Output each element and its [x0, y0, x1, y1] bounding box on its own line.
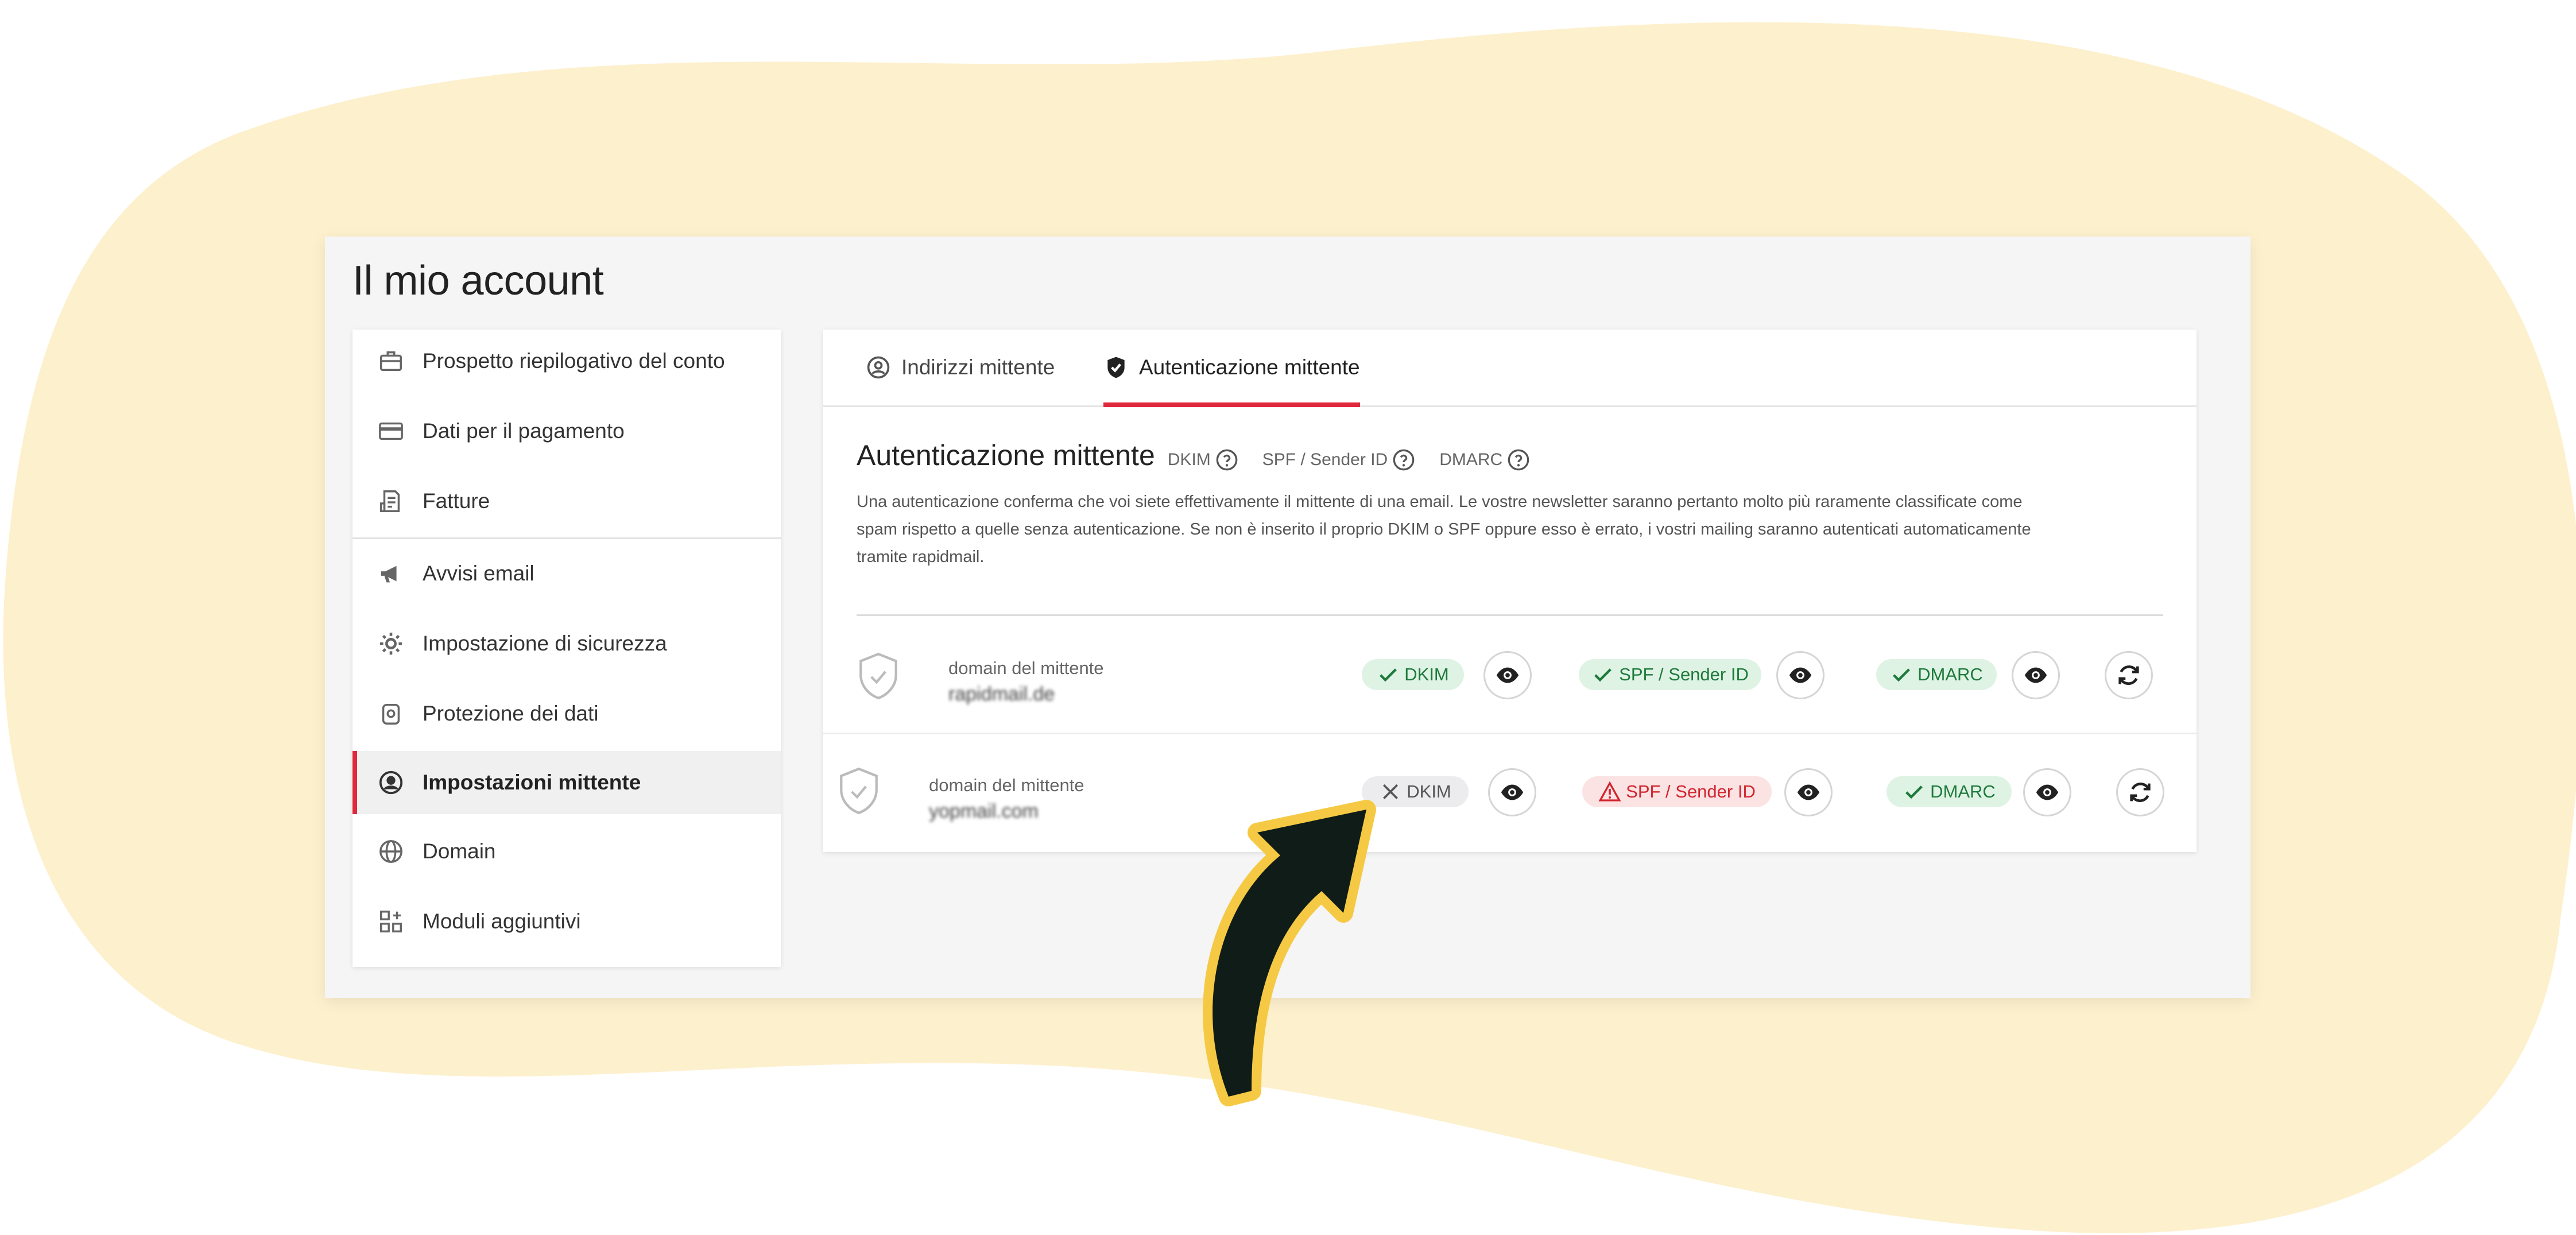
question-icon [1508, 449, 1529, 471]
view-dkim-button[interactable] [1483, 651, 1532, 699]
section-divider [857, 614, 2163, 616]
sidebar-item-label: Prospetto riepilogativo del conto [423, 349, 725, 373]
eye-icon [1797, 784, 1820, 800]
megaphone-icon [381, 566, 397, 583]
invoice-icon [380, 490, 400, 512]
sidebar-item-email-alerts[interactable]: Avvisi email [352, 542, 781, 605]
shield-check-icon [1107, 357, 1125, 378]
spf-help-link[interactable]: SPF / Sender ID [1262, 448, 1415, 471]
globe-icon [379, 840, 402, 863]
spf-status-badge[interactable]: SPF / Sender ID [1582, 776, 1772, 807]
view-dmarc-button[interactable] [2012, 651, 2060, 699]
tab-bar: Indirizzi mittente Autenticazione mitten… [823, 330, 2197, 407]
check-icon [1893, 668, 1911, 682]
section-title: Autenticazione mittente [857, 439, 1155, 471]
view-dmarc-button[interactable] [2023, 768, 2071, 816]
check-icon [1380, 668, 1397, 682]
badge-label: SPF / Sender ID [1619, 664, 1749, 684]
domain-label: domain del mittente [929, 775, 1084, 795]
sidebar-item-label: Fatture [423, 489, 490, 513]
help-label: DMARC [1439, 450, 1503, 469]
dmarc-help-link[interactable]: DMARC [1439, 448, 1530, 471]
domain-row: domain del mittente yopmail.com DKIM SPF… [823, 734, 2197, 849]
view-spf-button[interactable] [1784, 768, 1833, 816]
lock-icon [382, 703, 400, 725]
help-label: DKIM [1167, 450, 1211, 469]
refresh-icon [2118, 665, 2139, 685]
sidebar-item-payment-data[interactable]: Dati per il pagamento [352, 400, 781, 463]
sidebar-item-label: Protezione dei dati [423, 702, 599, 725]
shield-check-icon [840, 767, 878, 815]
dmarc-status-badge[interactable]: DMARC [1876, 659, 1997, 690]
spf-status-badge[interactable]: SPF / Sender ID [1579, 659, 1761, 690]
eye-icon [1501, 784, 1524, 800]
tab-sender-addresses[interactable]: Indirizzi mittente [866, 330, 1055, 405]
sidebar-item-sender-settings[interactable]: Impostazioni mittente [352, 751, 781, 814]
domain-value: rapidmail.de [948, 683, 1055, 705]
domain-value: yopmail.com [929, 800, 1039, 822]
dmarc-status-badge[interactable]: DMARC [1887, 776, 2012, 807]
sidebar-item-data-protection[interactable]: Protezione dei dati [352, 682, 781, 745]
user-circle-icon [379, 771, 403, 795]
badge-label: DMARC [1930, 781, 1996, 802]
sidebar-item-label: Dati per il pagamento [423, 419, 625, 443]
refresh-icon [2130, 783, 2151, 802]
sidebar-divider [352, 537, 781, 539]
shield-check-icon [859, 652, 897, 700]
tab-label: Indirizzi mittente [901, 355, 1055, 379]
sidebar-item-security-settings[interactable]: Impostazione di sicurezza [352, 612, 781, 675]
sidebar-item-add-on-modules[interactable]: Moduli aggiuntivi [352, 890, 781, 953]
description-line: tramite rapidmail. [857, 548, 985, 566]
sidebar-item-label: Impostazione di sicurezza [423, 632, 667, 655]
domain-row: domain del mittente rapidmail.de DKIM SP… [823, 617, 2197, 731]
badge-label: DMARC [1918, 664, 1983, 684]
badge-label: DKIM [1404, 664, 1449, 684]
briefcase-icon [380, 351, 402, 371]
domain-label: domain del mittente [948, 658, 1104, 678]
badge-label: SPF / Sender ID [1626, 781, 1756, 802]
page-title: Il mio account [352, 258, 604, 304]
tab-label: Autenticazione mittente [1139, 355, 1360, 379]
dkim-help-link[interactable]: DKIM [1168, 448, 1238, 471]
eye-icon [1789, 667, 1812, 683]
sidebar-item-invoices[interactable]: Fatture [352, 470, 781, 533]
user-circle-icon [867, 356, 890, 379]
view-dkim-button[interactable] [1488, 768, 1536, 816]
tab-sender-authentication[interactable]: Autenticazione mittente [1103, 330, 1360, 407]
gear-icon [379, 632, 402, 655]
credit-card-icon [379, 422, 403, 440]
description-line: Una autenticazione conferma che voi siet… [857, 493, 2023, 511]
view-spf-button[interactable] [1776, 651, 1824, 699]
sender-auth-card: Indirizzi mittente Autenticazione mitten… [823, 330, 2197, 852]
sidebar-item-label: Domain [423, 839, 496, 863]
modules-icon [380, 911, 402, 932]
refresh-button[interactable] [2105, 651, 2153, 699]
section-description: Una autenticazione conferma che voi siet… [857, 488, 2160, 571]
sidebar-item-domain[interactable]: Domain [352, 820, 781, 883]
description-line: spam rispetto a quelle senza autenticazi… [857, 520, 2031, 539]
sidebar: Prospetto riepilogativo del conto Dati p… [352, 330, 781, 967]
check-icon [1594, 668, 1612, 682]
warning-icon [1598, 781, 1621, 802]
help-label: SPF / Sender ID [1262, 450, 1388, 469]
question-icon [1393, 449, 1415, 471]
sidebar-item-account-summary[interactable]: Prospetto riepilogativo del conto [352, 330, 781, 393]
pointer-arrow-icon [1203, 800, 1376, 1106]
sidebar-item-label: Moduli aggiuntivi [423, 909, 581, 933]
eye-icon [1496, 667, 1519, 683]
eye-icon [2024, 667, 2047, 683]
refresh-button[interactable] [2116, 768, 2164, 816]
sidebar-item-label: Impostazioni mittente [423, 771, 641, 794]
section-header: Autenticazione mittente DKIM SPF / Sende… [857, 439, 1554, 472]
eye-icon [2036, 784, 2059, 800]
sidebar-item-label: Avvisi email [423, 562, 534, 585]
check-icon [1905, 785, 1923, 799]
question-icon [1216, 449, 1238, 471]
badge-label: DKIM [1407, 781, 1451, 802]
dkim-status-badge[interactable]: DKIM [1362, 659, 1464, 690]
